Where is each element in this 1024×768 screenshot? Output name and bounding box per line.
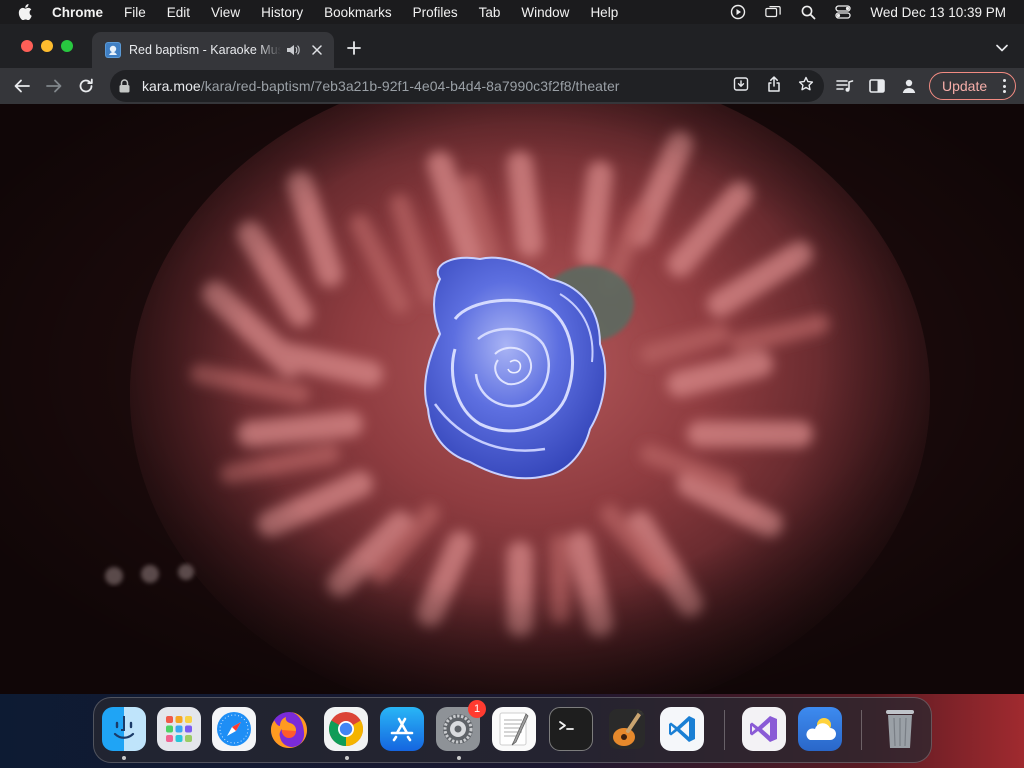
textedit-icon[interactable] <box>492 707 536 751</box>
side-panel-icon[interactable] <box>868 77 886 95</box>
spotlight-search-icon[interactable] <box>800 4 816 20</box>
app-store-icon[interactable] <box>380 707 424 751</box>
visual-studio-icon[interactable] <box>742 707 786 751</box>
finder-icon[interactable] <box>102 707 146 751</box>
chrome-menu-kebab-icon[interactable] <box>1002 79 1006 93</box>
menu-window[interactable]: Window <box>521 5 569 20</box>
settings-notification-badge: 1 <box>468 700 486 718</box>
karaoke-video-frame <box>0 104 1024 694</box>
screen-mirroring-icon[interactable] <box>765 4 782 20</box>
garageband-icon[interactable] <box>605 707 649 751</box>
trash-icon[interactable] <box>878 707 922 751</box>
firefox-icon[interactable] <box>267 707 311 751</box>
menu-view[interactable]: View <box>211 5 240 20</box>
update-button-label: Update <box>942 78 988 94</box>
menu-edit[interactable]: Edit <box>167 5 190 20</box>
vscode-icon[interactable] <box>660 707 704 751</box>
control-center-icon[interactable] <box>835 4 852 20</box>
tab-search-chevron-down-icon[interactable] <box>996 42 1008 54</box>
back-arrow-icon[interactable] <box>12 76 32 96</box>
finder-running-indicator <box>122 756 126 760</box>
dock-separator <box>724 710 725 750</box>
address-bar[interactable]: kara.moe/kara/red-baptism/7eb3a21b-92f1-… <box>110 70 824 102</box>
window-minimize-button[interactable] <box>41 40 53 52</box>
video-theater[interactable] <box>0 104 1024 694</box>
chrome-icon[interactable] <box>324 707 368 751</box>
macos-menubar: Chrome File Edit View History Bookmarks … <box>0 0 1024 24</box>
menu-bookmarks[interactable]: Bookmarks <box>324 5 392 20</box>
share-icon[interactable] <box>766 76 782 92</box>
url-path: /kara/red-baptism/7eb3a21b-92f1-4e04-b4d… <box>200 78 620 94</box>
url-text[interactable]: kara.moe/kara/red-baptism/7eb3a21b-92f1-… <box>142 78 620 94</box>
window-close-button[interactable] <box>21 40 33 52</box>
tab-audio-playing-icon[interactable] <box>286 43 300 57</box>
new-tab-plus-icon[interactable] <box>346 40 362 56</box>
dock-separator <box>861 710 862 750</box>
bookmark-star-icon[interactable] <box>798 76 814 92</box>
menu-app-name[interactable]: Chrome <box>52 5 103 20</box>
window-maximize-button[interactable] <box>61 40 73 52</box>
menu-file[interactable]: File <box>124 5 146 20</box>
tab-title: Red baptism - Karaoke Music <box>129 43 281 57</box>
menu-help[interactable]: Help <box>590 5 618 20</box>
terminal-icon[interactable] <box>549 707 593 751</box>
chrome-update-button[interactable]: Update <box>929 72 1016 100</box>
now-playing-icon[interactable] <box>730 4 746 20</box>
lock-icon[interactable] <box>119 79 133 93</box>
install-app-icon[interactable] <box>733 76 749 92</box>
profile-avatar-icon[interactable] <box>900 77 918 95</box>
weather-icon[interactable] <box>798 707 842 751</box>
chrome-running-indicator <box>345 756 349 760</box>
safari-icon[interactable] <box>212 707 256 751</box>
chrome-tab-strip: Red baptism - Karaoke Music <box>0 24 1024 68</box>
apple-menu-icon[interactable] <box>18 4 36 20</box>
menubar-clock[interactable]: Wed Dec 13 10:39 PM <box>870 5 1006 20</box>
reload-icon[interactable] <box>76 76 96 96</box>
url-host: kara.moe <box>142 78 201 94</box>
menu-history[interactable]: History <box>261 5 303 20</box>
settings-running-indicator <box>457 756 461 760</box>
media-controls-icon[interactable] <box>836 77 854 95</box>
launchpad-icon[interactable] <box>157 707 201 751</box>
tab-close-icon[interactable] <box>309 42 325 58</box>
macos-dock <box>93 697 932 763</box>
karaoke-favicon-icon <box>105 42 121 58</box>
menu-profiles[interactable]: Profiles <box>413 5 458 20</box>
chrome-toolbar: kara.moe/kara/red-baptism/7eb3a21b-92f1-… <box>0 68 1024 104</box>
forward-arrow-icon[interactable] <box>44 76 64 96</box>
menu-tab[interactable]: Tab <box>479 5 501 20</box>
tab-red-baptism[interactable]: Red baptism - Karaoke Music <box>92 32 334 68</box>
